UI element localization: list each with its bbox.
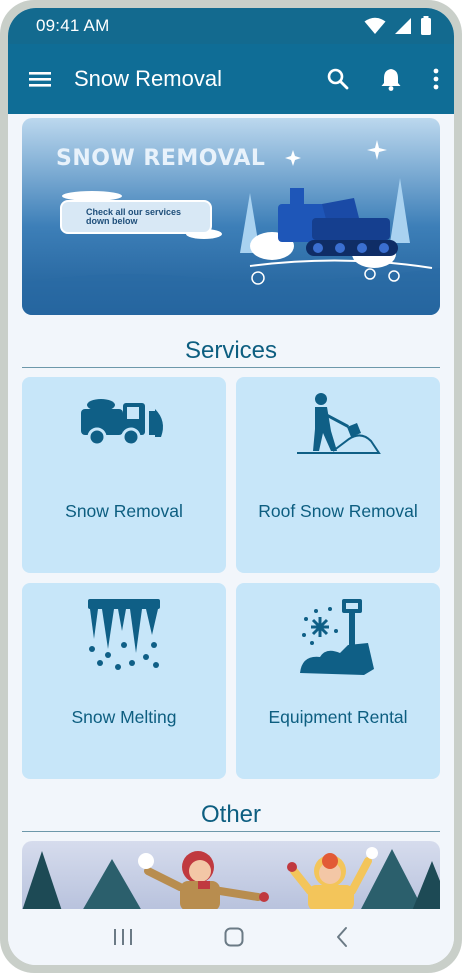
service-label: Snow Melting xyxy=(71,707,177,727)
other-banner[interactable] xyxy=(22,841,440,911)
app-bar-actions xyxy=(326,67,440,91)
battery-icon xyxy=(421,16,431,35)
service-card-roof-snow-removal[interactable]: Roof Snow Removal xyxy=(236,377,440,573)
home-icon[interactable] xyxy=(223,926,245,948)
banner-subtitle-line2: down below xyxy=(86,216,138,226)
main-content: SNOW REMOVAL Check all our services down… xyxy=(22,118,440,911)
phone-frame: 09:41 AM Snow Removal SNOW REMOVAL Check… xyxy=(0,0,462,973)
other-heading: Other xyxy=(22,801,440,832)
menu-icon[interactable] xyxy=(28,69,52,89)
service-card-equipment-rental[interactable]: Equipment Rental xyxy=(236,583,440,779)
system-nav-bar xyxy=(8,909,454,965)
service-card-snow-melting[interactable]: Snow Melting xyxy=(22,583,226,779)
person-shoveling-icon xyxy=(236,391,440,461)
service-label: Equipment Rental xyxy=(268,707,408,727)
services-heading: Services xyxy=(22,337,440,368)
melting-icicles-icon xyxy=(22,597,226,677)
promo-banner[interactable]: SNOW REMOVAL Check all our services down… xyxy=(22,118,440,315)
search-icon[interactable] xyxy=(326,67,350,91)
banner-title: SNOW REMOVAL xyxy=(56,146,266,171)
status-icons xyxy=(364,16,432,36)
app-bar: Snow Removal xyxy=(8,44,454,114)
more-vert-icon[interactable] xyxy=(432,68,440,90)
back-icon[interactable] xyxy=(334,926,350,948)
status-bar: 09:41 AM xyxy=(8,8,454,44)
banner-subtitle: Check all our services down below xyxy=(60,200,212,234)
screen: 09:41 AM Snow Removal SNOW REMOVAL Check… xyxy=(8,8,454,965)
service-card-snow-removal[interactable]: Snow Removal xyxy=(22,377,226,573)
kids-snowball-illustration xyxy=(22,841,440,911)
services-grid: Snow Removal Roof Snow Removal Snow Melt… xyxy=(22,377,440,779)
snow-plow-truck-icon xyxy=(22,391,226,451)
status-time: 09:41 AM xyxy=(36,16,110,35)
wifi-icon xyxy=(364,17,386,34)
recent-apps-icon[interactable] xyxy=(112,927,134,947)
cell-signal-icon xyxy=(395,18,411,34)
service-label: Roof Snow Removal xyxy=(258,501,418,521)
app-title: Snow Removal xyxy=(74,66,222,91)
snow-shovel-icon xyxy=(236,597,440,681)
notification-bell-icon[interactable] xyxy=(380,67,402,91)
service-label: Snow Removal xyxy=(65,501,183,521)
